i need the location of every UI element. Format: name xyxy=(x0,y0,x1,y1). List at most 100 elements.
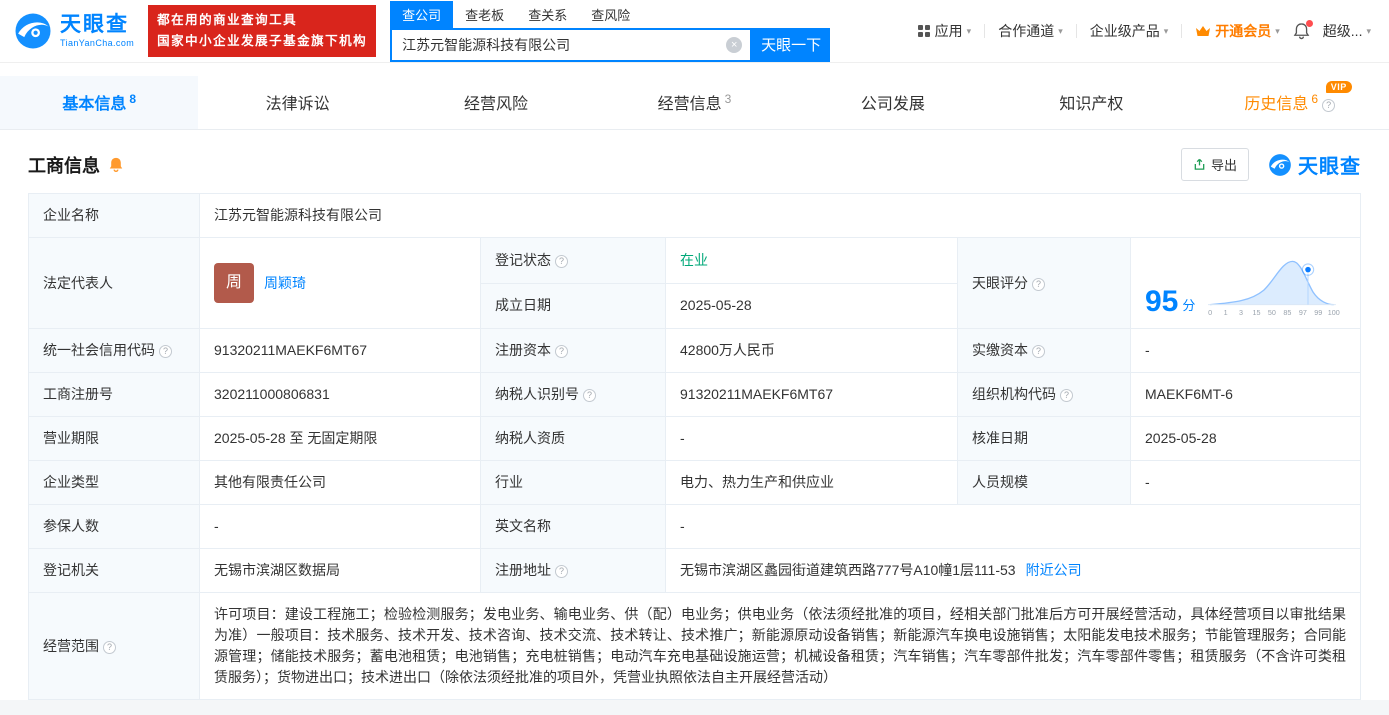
search-button[interactable]: 天眼一下 xyxy=(752,27,831,62)
label-org-code: 组织机构代码? xyxy=(957,372,1131,417)
tianyancha-watermark: 天眼查 xyxy=(1267,150,1361,179)
help-icon: ? xyxy=(1060,389,1073,402)
search-input[interactable] xyxy=(400,35,727,54)
legal-rep-avatar[interactable]: 周 xyxy=(214,263,254,303)
tab-label: 经营风险 xyxy=(464,96,529,113)
help-icon: ? xyxy=(555,565,568,578)
search-tab-relation[interactable]: 查关系 xyxy=(516,1,579,28)
value-english-name: - xyxy=(665,504,1361,549)
subscribe-bell-icon[interactable] xyxy=(108,156,124,173)
label-taxpayer-quality: 纳税人资质 xyxy=(480,416,666,461)
promo-banner: 都在用的商业查询工具 国家中小企业发展子基金旗下机构 xyxy=(148,5,377,57)
help-icon: ? xyxy=(1322,99,1336,112)
nav-vip-upgrade[interactable]: 开通会员 ▾ xyxy=(1195,21,1280,41)
help-icon: ? xyxy=(555,345,568,358)
svg-text:85: 85 xyxy=(1284,308,1292,317)
status-badge: 在业 xyxy=(680,251,708,268)
watermark-brand: 天眼查 xyxy=(1298,156,1361,178)
label-industry: 行业 xyxy=(480,460,666,505)
tab-label: 历史信息 xyxy=(1244,96,1309,113)
value-industry: 电力、热力生产和供应业 xyxy=(665,460,958,505)
tab-basic-info[interactable]: 基本信息 8 xyxy=(0,76,199,129)
value-reg-status: 在业 xyxy=(665,237,958,284)
help-icon: ? xyxy=(555,254,568,268)
search-tab-boss[interactable]: 查老板 xyxy=(453,1,516,28)
export-label: 导出 xyxy=(1210,158,1237,173)
svg-text:1: 1 xyxy=(1224,308,1228,317)
label-insured-count: 参保人数 xyxy=(28,504,200,549)
svg-text:100: 100 xyxy=(1328,308,1340,317)
help-icon: ? xyxy=(103,640,116,654)
table-row: 经营范围? 许可项目：建设工程施工；检验检测服务；发电业务、输电业务、供（配）电… xyxy=(28,592,1361,700)
nav-user-account[interactable]: 超级... ▾ xyxy=(1323,21,1371,41)
company-section-tabs: 基本信息 8 法律诉讼 经营风险 经营信息 3 公司发展 知识产权 VIP 历史信息… xyxy=(0,76,1389,130)
tab-legal-litigation[interactable]: 法律诉讼 xyxy=(198,76,396,129)
label-company-type: 企业类型 xyxy=(28,460,200,505)
legal-rep-link[interactable]: 周颖琦 xyxy=(264,273,306,294)
help-icon: ? xyxy=(1032,277,1045,291)
score-number: 95 xyxy=(1145,285,1179,318)
tab-company-development[interactable]: 公司发展 xyxy=(794,76,992,129)
tab-history-info[interactable]: VIP 历史信息 6? xyxy=(1191,76,1389,129)
search-tab-company[interactable]: 查公司 xyxy=(390,0,454,28)
table-row: 统一社会信用代码? 91320211MAEKF6MT67 注册资本? 42800… xyxy=(28,328,1361,373)
value-credit-code: 91320211MAEKF6MT67 xyxy=(199,328,481,373)
score-marker-dot xyxy=(1304,265,1313,274)
label-score: 天眼评分? xyxy=(957,237,1131,329)
tab-operation-risk[interactable]: 经营风险 xyxy=(397,76,595,129)
tab-intellectual-property[interactable]: 知识产权 xyxy=(992,76,1190,129)
value-company-type: 其他有限责任公司 xyxy=(199,460,481,505)
label-reg-capital: 注册资本? xyxy=(480,328,666,373)
nav-enterprise-label: 企业级产品 xyxy=(1089,23,1160,39)
nearby-companies-link[interactable]: 附近公司 xyxy=(1026,562,1082,578)
export-button[interactable]: 导出 xyxy=(1180,148,1249,181)
crown-icon xyxy=(1196,25,1211,36)
notification-dot xyxy=(1305,20,1313,27)
search-tab-risk[interactable]: 查风险 xyxy=(579,1,642,28)
svg-text:97: 97 xyxy=(1299,308,1307,317)
value-legal-rep: 周 周颖琦 xyxy=(199,237,481,329)
tab-label: 经营信息 xyxy=(657,96,722,113)
label-business-scope: 经营范围? xyxy=(28,592,200,700)
value-org-code: MAEKF6MT-6 xyxy=(1130,372,1361,417)
svg-text:50: 50 xyxy=(1268,308,1276,317)
label-reg-address: 注册地址? xyxy=(480,548,666,593)
section-header: 工商信息 导出 天眼查 xyxy=(28,148,1361,181)
nav-enterprise[interactable]: 企业级产品 ▾ xyxy=(1090,21,1169,41)
tab-count: 6 xyxy=(1311,92,1319,106)
score-distribution-chart: 0 1 3 15 50 85 97 99 100 xyxy=(1208,260,1340,317)
top-nav: 应用 ▾ 合作通道 ▾ 企业级产品 ▾ 开通会员 ▾ 超级... ▾ xyxy=(917,20,1377,41)
nav-divider xyxy=(984,24,986,38)
tianyancha-logo[interactable]: 天眼查 TianYanCha.com xyxy=(12,10,134,52)
tianyancha-logo-icon xyxy=(1269,153,1291,176)
business-info-table: 企业名称 江苏元智能源科技有限公司 法定代表人 周 周颖琦 登记状态? 在业 天… xyxy=(28,193,1361,700)
table-row: 参保人数 - 英文名称 - xyxy=(28,504,1361,549)
value-paid-capital: - xyxy=(1130,328,1361,373)
tab-operation-info[interactable]: 经营信息 3 xyxy=(595,76,793,129)
table-row: 企业类型 其他有限责任公司 行业 电力、热力生产和供应业 人员规模 - xyxy=(28,460,1361,505)
notification-bell[interactable] xyxy=(1293,20,1313,40)
nav-user-label: 超级... xyxy=(1322,23,1363,39)
label-business-term: 营业期限 xyxy=(28,416,200,461)
value-reg-capital: 42800万人民币 xyxy=(665,328,958,373)
chevron-down-icon: ▾ xyxy=(966,25,972,36)
tianyancha-logo-icon xyxy=(15,13,51,49)
promo-line1: 都在用的商业查询工具 xyxy=(157,13,298,28)
vip-badge: VIP xyxy=(1325,81,1352,93)
nav-apps[interactable]: 应用 ▾ xyxy=(917,21,972,41)
top-header: 天眼查 TianYanCha.com 都在用的商业查询工具 国家中小企业发展子基… xyxy=(0,0,1389,63)
nav-partner[interactable]: 合作通道 ▾ xyxy=(998,21,1063,41)
label-company-name: 企业名称 xyxy=(28,193,200,238)
label-staff-size: 人员规模 xyxy=(957,460,1131,505)
tab-label: 公司发展 xyxy=(860,96,925,113)
chevron-down-icon: ▾ xyxy=(1366,25,1371,36)
label-english-name: 英文名称 xyxy=(480,504,666,549)
grid-icon xyxy=(917,25,930,37)
value-reg-authority: 无锡市滨湖区数据局 xyxy=(199,548,481,593)
label-credit-code: 统一社会信用代码? xyxy=(28,328,200,373)
svg-text:15: 15 xyxy=(1253,308,1261,317)
clear-search-icon[interactable]: × xyxy=(726,36,743,53)
label-reg-number: 工商注册号 xyxy=(28,372,200,417)
label-reg-authority: 登记机关 xyxy=(28,548,200,593)
chevron-down-icon: ▾ xyxy=(1058,25,1063,36)
